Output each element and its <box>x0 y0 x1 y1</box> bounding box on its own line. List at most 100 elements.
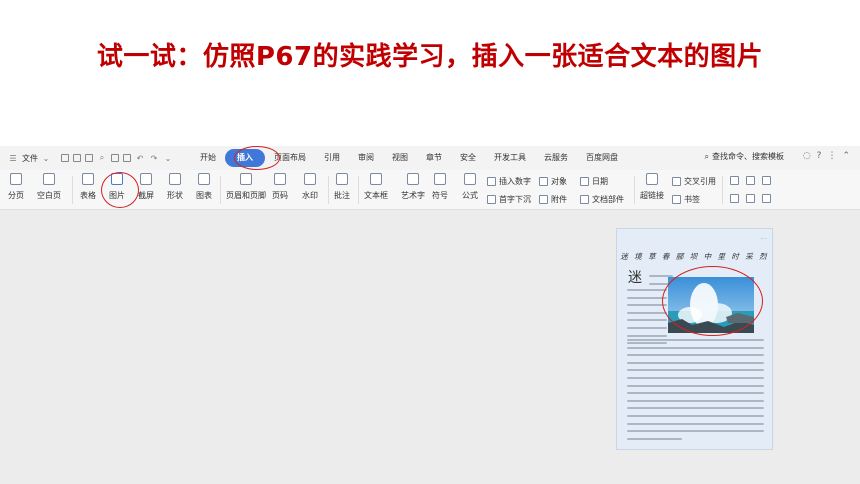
tab-baidu-netdisk[interactable]: 百度网盘 <box>577 149 627 167</box>
page-corner-note: ······ <box>759 236 767 241</box>
bookmark-icon <box>672 195 681 204</box>
layout-icon <box>762 176 771 185</box>
formula-button[interactable]: 公式 <box>462 173 478 201</box>
omega-icon <box>434 173 446 185</box>
grid-btn-5[interactable] <box>746 194 755 203</box>
page-number-button[interactable]: 页码 <box>272 173 288 201</box>
tab-section[interactable]: 章节 <box>417 149 451 167</box>
grid-btn-2[interactable] <box>746 176 755 185</box>
screenshot-button[interactable]: 截屏 <box>138 173 154 201</box>
print-icon[interactable] <box>111 154 119 162</box>
tab-home[interactable]: 开始 <box>191 149 225 167</box>
help-icon[interactable]: ? <box>817 151 822 161</box>
layout-icon <box>746 194 755 203</box>
text-lines-body <box>627 339 764 445</box>
chevron-down-icon: ⌄ <box>42 153 50 163</box>
file-menu-label: 文件 <box>22 153 38 163</box>
header-footer-label: 页眉和页脚 <box>226 191 266 200</box>
header-footer-button[interactable]: 页眉和页脚 <box>226 173 266 201</box>
tab-view[interactable]: 视图 <box>383 149 417 167</box>
tab-security[interactable]: 安全 <box>451 149 485 167</box>
drop-cap-char: 迷 <box>628 270 642 286</box>
watermark-label: 水印 <box>302 191 318 200</box>
document-page[interactable]: ······ 迷 境 草 春 郦 坝 中 里 时 采 烈 迷 <box>616 228 773 450</box>
comment-button[interactable]: 批注 <box>334 173 350 201</box>
divider <box>220 176 221 204</box>
watermark-button[interactable]: 水印 <box>302 173 318 201</box>
tab-page-layout[interactable]: 页面布局 <box>265 149 315 167</box>
tab-references[interactable]: 引用 <box>315 149 349 167</box>
tab-developer[interactable]: 开发工具 <box>485 149 535 167</box>
object-label: 对象 <box>551 177 567 186</box>
search-small-icon[interactable]: ⌕ <box>97 153 107 163</box>
comment-insert-icon <box>336 173 348 185</box>
page-number-icon <box>274 173 286 185</box>
command-search[interactable]: ⌕ 查找命令、搜索模板 <box>705 151 784 162</box>
grid-btn-1[interactable] <box>730 176 739 185</box>
layout-icon <box>762 194 771 203</box>
symbol-label: 符号 <box>432 191 448 200</box>
comment-icon[interactable]: ◌ <box>803 151 811 161</box>
grid-btn-3[interactable] <box>762 176 771 185</box>
symbol-button[interactable]: 符号 <box>432 173 448 201</box>
menu-icon[interactable]: ☰ <box>8 154 18 163</box>
comment-label: 批注 <box>334 191 350 200</box>
object-icon <box>539 177 548 186</box>
date-button[interactable]: 日期 <box>580 176 608 187</box>
chart-button[interactable]: 图表 <box>196 173 212 201</box>
calendar-icon <box>580 177 589 186</box>
tab-cloud[interactable]: 云服务 <box>535 149 577 167</box>
blank-page-button[interactable]: 空白页 <box>37 173 61 201</box>
preview-icon[interactable] <box>123 154 131 162</box>
photo-highlight-ring <box>662 266 763 336</box>
slide-title: 试一试：仿照P67的实践学习，插入一张适合文本的图片 <box>96 42 764 72</box>
tab-insert[interactable]: 插入 <box>225 149 265 167</box>
page-break-button[interactable]: 分页 <box>8 173 24 201</box>
drop-cap-label: 首字下沉 <box>499 195 531 204</box>
drop-cap-button[interactable]: 首字下沉 <box>487 194 531 205</box>
chart-icon <box>198 173 210 185</box>
textbox-icon <box>370 173 382 185</box>
number-icon <box>487 177 496 186</box>
menubar: ☰ 文件 ⌄ ⌕ ↶ ↷ ⌄ 开始 插入 页面布局 引用 审阅 视图 章节 安全… <box>0 146 860 170</box>
textbox-button[interactable]: 文本框 <box>364 173 388 201</box>
attachment-button[interactable]: 附件 <box>539 194 567 205</box>
shape-label: 形状 <box>167 191 183 200</box>
shape-icon <box>169 173 181 185</box>
blank-page-icon <box>43 173 55 185</box>
save-icon[interactable] <box>73 154 81 162</box>
textbox-label: 文本框 <box>364 191 388 200</box>
layout-icon <box>746 176 755 185</box>
export-icon[interactable] <box>85 154 93 162</box>
grid-btn-6[interactable] <box>762 194 771 203</box>
redo-icon[interactable]: ↷ <box>149 154 159 163</box>
chart-label: 图表 <box>196 191 212 200</box>
date-label: 日期 <box>592 177 608 186</box>
object-button[interactable]: 对象 <box>539 176 567 187</box>
table-label: 表格 <box>80 191 96 200</box>
doc-parts-button[interactable]: 文档部件 <box>580 194 624 205</box>
insert-number-button[interactable]: 插入数字 <box>487 176 531 187</box>
pi-icon <box>464 173 476 185</box>
grid-btn-4[interactable] <box>730 194 739 203</box>
bookmark-button[interactable]: 书签 <box>672 194 700 205</box>
cross-ref-button[interactable]: 交叉引用 <box>672 176 716 187</box>
search-label: 查找命令、搜索模板 <box>712 152 784 161</box>
hyperlink-button[interactable]: 超链接 <box>640 173 664 201</box>
doc-parts-label: 文档部件 <box>592 195 624 204</box>
more-icon[interactable]: ⌄ <box>163 154 173 163</box>
tab-review[interactable]: 审阅 <box>349 149 383 167</box>
page-number-label: 页码 <box>272 191 288 200</box>
undo-icon[interactable]: ↶ <box>135 154 145 163</box>
screenshot-label: 截屏 <box>138 191 154 200</box>
open-icon[interactable] <box>61 154 69 162</box>
shape-button[interactable]: 形状 <box>167 173 183 201</box>
file-menu[interactable]: 文件 ⌄ <box>22 153 51 164</box>
more-options-icon[interactable]: ⋮ <box>827 151 836 161</box>
table-button[interactable]: 表格 <box>80 173 96 201</box>
collapse-icon[interactable]: ⌃ <box>842 151 850 161</box>
layout-icon <box>730 176 739 185</box>
wordart-button[interactable]: 艺术字 <box>401 173 425 201</box>
screenshot-icon <box>140 173 152 185</box>
page-break-label: 分页 <box>8 191 24 200</box>
